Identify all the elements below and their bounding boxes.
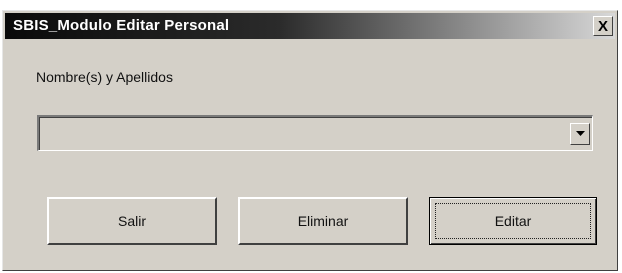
delete-button[interactable]: Eliminar <box>238 197 408 245</box>
window-title: SBIS_Modulo Editar Personal <box>13 17 230 34</box>
title-bar: SBIS_Modulo Editar Personal X <box>5 13 615 39</box>
close-icon: X <box>597 17 608 35</box>
delete-button-label: Eliminar <box>297 213 349 229</box>
name-select[interactable] <box>37 115 593 151</box>
focus-rectangle <box>435 203 591 239</box>
dropdown-button[interactable] <box>570 123 590 145</box>
exit-button[interactable]: Salir <box>47 197 217 245</box>
edit-personal-dialog: SBIS_Modulo Editar Personal X Nombre(s) … <box>2 10 618 271</box>
edit-button[interactable]: Editar <box>429 197 597 245</box>
chevron-down-icon <box>575 131 585 136</box>
close-button[interactable]: X <box>593 16 613 36</box>
exit-button-label: Salir <box>117 213 146 229</box>
name-label: Nombre(s) y Apellidos <box>36 69 173 85</box>
